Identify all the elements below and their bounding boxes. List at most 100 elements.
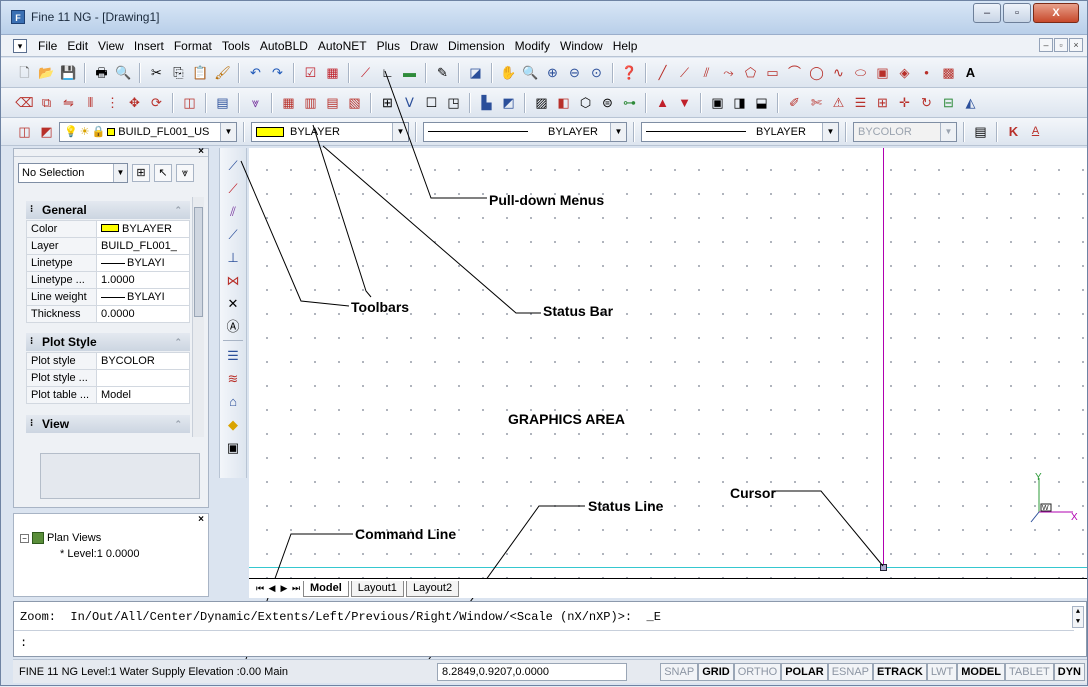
edit-table-icon[interactable]: ▨ xyxy=(532,93,551,112)
prop-value[interactable]: BYLAYI xyxy=(96,288,190,306)
last-tab-icon[interactable]: ⏭ xyxy=(291,583,301,594)
calculator-icon[interactable]: ▦ xyxy=(323,63,342,82)
offset-icon[interactable]: ⫴ xyxy=(81,93,100,112)
legend-icon[interactable]: ▧ xyxy=(345,93,364,112)
polygon-icon[interactable]: ⬠ xyxy=(741,63,760,82)
open-folder-icon[interactable]: 📂 xyxy=(37,63,56,82)
checkbox-tool-icon[interactable]: ☑ xyxy=(301,63,320,82)
selection-dropdown[interactable]: No Selection ▼ xyxy=(18,163,128,183)
menu-format[interactable]: Format xyxy=(169,39,217,53)
menu-window[interactable]: Window xyxy=(555,39,608,53)
close-icon[interactable]: × xyxy=(198,514,204,525)
stretch-icon[interactable]: ⊟ xyxy=(939,93,958,112)
export-icon[interactable]: ⬓ xyxy=(752,93,771,112)
mdi-restore-button[interactable]: ▫ xyxy=(1054,38,1068,52)
chevron-down-icon[interactable]: ▼ xyxy=(113,164,127,182)
explode-icon[interactable]: ◭ xyxy=(961,93,980,112)
tab-model[interactable]: Model xyxy=(303,580,349,597)
measure-icon[interactable]: ⟋ xyxy=(356,63,375,82)
toggle-lwt[interactable]: LWT xyxy=(926,662,958,681)
hydraulic-calc-icon[interactable]: ◧ xyxy=(554,93,573,112)
section-icon[interactable]: ◳ xyxy=(444,93,463,112)
prop-value[interactable]: BYLAYI xyxy=(96,254,190,272)
make-block-icon[interactable]: ◈ xyxy=(895,63,914,82)
toggle-snap[interactable]: SNAP xyxy=(660,662,699,681)
scrollbar-thumb[interactable] xyxy=(194,207,203,317)
text-style-icon[interactable]: K xyxy=(1004,122,1023,141)
mdi-minimize-button[interactable]: – xyxy=(1039,38,1053,52)
scissors-icon[interactable]: ✄ xyxy=(807,93,826,112)
point-icon[interactable]: • xyxy=(917,63,936,82)
match-properties-icon[interactable]: 🖌 xyxy=(213,63,232,82)
mdi-close-button[interactable]: × xyxy=(1069,38,1083,52)
grid-pattern-icon[interactable]: ▦ xyxy=(279,93,298,112)
layers-icon[interactable]: ◪ xyxy=(466,63,485,82)
chevron-down-icon[interactable]: ▼ xyxy=(610,122,626,141)
text-icon[interactable]: A xyxy=(961,63,980,82)
command-prompt[interactable]: : xyxy=(20,636,27,650)
quick-select-button[interactable]: ⩔ xyxy=(176,164,194,182)
prop-value[interactable] xyxy=(96,369,190,387)
room-icon[interactable]: ☐ xyxy=(422,93,441,112)
prop-row-linetype-scale[interactable]: Linetype ... 1.0000 xyxy=(26,271,190,289)
riser-icon[interactable]: ⊶ xyxy=(620,93,639,112)
rectangle-icon[interactable]: ▭ xyxy=(763,63,782,82)
close-icon[interactable]: × xyxy=(198,146,204,157)
prop-value[interactable]: Model xyxy=(96,386,190,404)
copy-object-icon[interactable]: ⧉ xyxy=(37,93,56,112)
crosshair-icon[interactable]: ✛ xyxy=(895,93,914,112)
text-edit-icon[interactable]: A xyxy=(1026,122,1045,141)
filter-icon[interactable]: ⩔ xyxy=(246,93,265,112)
pipe-draw-icon[interactable]: ⟋ xyxy=(224,156,243,175)
first-tab-icon[interactable]: ⏮ xyxy=(255,583,265,594)
print-preview-icon[interactable]: 🔍 xyxy=(114,63,133,82)
double-pipe-icon[interactable]: ⫽ xyxy=(224,202,243,221)
circle-icon[interactable]: ◯ xyxy=(807,63,826,82)
stack-icon[interactable]: ☰ xyxy=(851,93,870,112)
app-logo-icon[interactable]: F xyxy=(11,10,25,24)
wall-icon[interactable]: Ⅴ xyxy=(400,93,419,112)
table-style-icon[interactable]: ▤ xyxy=(971,122,990,141)
select-objects-button[interactable]: ↖ xyxy=(154,164,172,182)
prop-row-layer[interactable]: Layer BUILD_FL001_ xyxy=(26,237,190,255)
warning-icon[interactable]: ⚠ xyxy=(829,93,848,112)
ellipse-icon[interactable]: ⬭ xyxy=(851,63,870,82)
view-section-header[interactable]: ⁝ View ⌃ xyxy=(26,415,190,433)
properties-icon[interactable]: ▤ xyxy=(213,93,232,112)
chevron-down-icon[interactable]: ▼ xyxy=(220,122,236,141)
menu-view[interactable]: View xyxy=(93,39,129,53)
collapse-icon[interactable]: ⌃ xyxy=(174,201,182,219)
document-menu-icon[interactable]: ▾ xyxy=(13,38,27,53)
plot-style-section-header[interactable]: ⁝ Plot Style ⌃ xyxy=(26,333,190,351)
chevron-down-icon[interactable]: ▼ xyxy=(392,122,408,141)
schedule-icon[interactable]: ▤ xyxy=(323,93,342,112)
layer-manager-icon[interactable]: ◫ xyxy=(15,122,34,141)
prev-tab-icon[interactable]: ◀ xyxy=(267,583,277,594)
toggle-model[interactable]: MODEL xyxy=(957,662,1005,681)
hatch-icon[interactable]: ▩ xyxy=(939,63,958,82)
menu-file[interactable]: File xyxy=(33,39,62,53)
network-icon[interactable]: ⬡ xyxy=(576,93,595,112)
toggle-tablet[interactable]: TABLET xyxy=(1005,662,1054,681)
mirror-icon[interactable]: ⇋ xyxy=(59,93,78,112)
toggle-ortho[interactable]: ORTHO xyxy=(733,662,782,681)
prop-value[interactable]: BUILD_FL001_ xyxy=(96,237,190,255)
stack-layers-icon[interactable]: ≋ xyxy=(224,369,243,388)
print-icon[interactable]: 🖶 xyxy=(92,63,111,82)
menu-dimension[interactable]: Dimension xyxy=(443,39,510,53)
cut-icon[interactable]: ✂ xyxy=(147,63,166,82)
toggle-dyn[interactable]: DYN xyxy=(1053,662,1085,681)
toggle-grid[interactable]: GRID xyxy=(698,662,734,681)
paste-icon[interactable]: 📋 xyxy=(191,63,210,82)
coordinates-display[interactable]: 8.2849,0.9207,0.0000 xyxy=(437,662,627,681)
menu-help[interactable]: Help xyxy=(608,39,643,53)
line-icon[interactable]: ╱ xyxy=(653,63,672,82)
revision-cloud-icon[interactable]: ∿ xyxy=(829,63,848,82)
arrow-tool-icon[interactable]: ◆ xyxy=(224,415,243,434)
pipe-blue-icon[interactable]: ⟋ xyxy=(224,225,243,244)
command-scroll[interactable]: ▲ ▼ xyxy=(1072,606,1084,628)
render-icon[interactable]: ◨ xyxy=(730,93,749,112)
prop-value[interactable]: 1.0000 xyxy=(96,271,190,289)
tree-root[interactable]: − Plan Views xyxy=(20,532,101,544)
arc-icon[interactable]: ⌒ xyxy=(785,63,804,82)
